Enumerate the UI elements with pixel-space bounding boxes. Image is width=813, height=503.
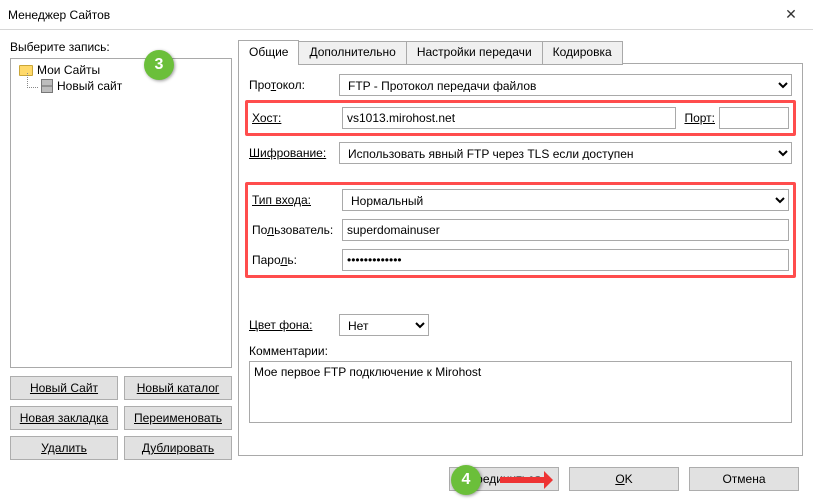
callout-badge-4: 4 (451, 465, 481, 495)
highlight-login: Тип входа: Нормальный Пользователь: Паро… (245, 182, 796, 278)
tree-item[interactable]: Новый сайт (13, 79, 229, 93)
new-bookmark-button[interactable]: Новая закладка (10, 406, 118, 430)
rename-button[interactable]: Переименовать (124, 406, 232, 430)
port-label: Порт: (684, 111, 715, 125)
delete-button[interactable]: Удалить (10, 436, 118, 460)
select-entry-label: Выберите запись: (10, 40, 232, 54)
ok-button[interactable]: OK (569, 467, 679, 491)
password-label: Пароль: (252, 253, 342, 267)
tab-charset[interactable]: Кодировка (542, 41, 623, 65)
user-label: Пользователь: (252, 223, 342, 237)
highlight-host: Хост: Порт: (245, 100, 796, 136)
logon-type-label: Тип входа: (252, 193, 342, 207)
new-site-button[interactable]: Новый Сайт (10, 376, 118, 400)
cancel-button[interactable]: Отмена (689, 467, 799, 491)
tab-general[interactable]: Общие (238, 40, 299, 64)
bgcolor-select[interactable]: Нет (339, 314, 429, 336)
tree-item-label: Новый сайт (57, 79, 122, 93)
comments-label: Комментарии: (249, 344, 792, 358)
tab-panel: Протокол: FTP - Протокол передачи файлов… (238, 63, 803, 456)
protocol-label: Протокол: (249, 78, 339, 92)
tab-transfer[interactable]: Настройки передачи (406, 41, 543, 65)
window-title: Менеджер Сайтов (8, 8, 769, 22)
encryption-label: Шифрование: (249, 146, 339, 160)
port-input[interactable] (719, 107, 789, 129)
arrow-icon (500, 477, 550, 483)
password-input[interactable] (342, 249, 789, 271)
user-input[interactable] (342, 219, 789, 241)
tab-advanced[interactable]: Дополнительно (298, 41, 406, 65)
protocol-select[interactable]: FTP - Протокол передачи файлов (339, 74, 792, 96)
title-bar: Менеджер Сайтов ✕ (0, 0, 813, 30)
tree-root[interactable]: Мои Сайты (13, 63, 229, 77)
server-icon (41, 79, 53, 93)
close-icon[interactable]: ✕ (769, 6, 813, 23)
encryption-select[interactable]: Использовать явный FTP через TLS если до… (339, 142, 792, 164)
tree-root-label: Мои Сайты (37, 63, 100, 77)
new-folder-button[interactable]: Новый каталог (124, 376, 232, 400)
comments-textarea[interactable]: Мое первое FTP подключение к Mirohost (249, 361, 792, 423)
logon-type-select[interactable]: Нормальный (342, 189, 789, 211)
site-tree[interactable]: Мои Сайты Новый сайт (10, 58, 232, 368)
tab-strip: Общие Дополнительно Настройки передачи К… (238, 40, 803, 64)
callout-badge-3: 3 (144, 50, 174, 80)
host-label: Хост: (252, 111, 342, 125)
host-input[interactable] (342, 107, 676, 129)
bgcolor-label: Цвет фона: (249, 318, 339, 332)
duplicate-button[interactable]: Дублировать (124, 436, 232, 460)
